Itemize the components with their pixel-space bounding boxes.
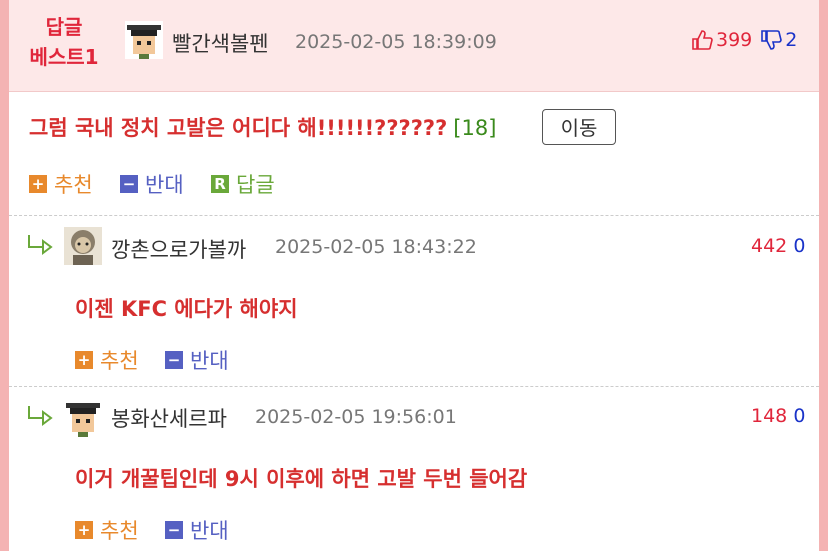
comment-panel: 답글 베스트1 빨간색볼펜 2025-02-05 18:39:09 399 2 …	[9, 0, 819, 551]
oppose-button[interactable]: − 반대	[165, 345, 229, 375]
reply-arrow-icon	[28, 235, 53, 255]
move-button[interactable]: 이동	[542, 109, 616, 145]
recommend-button[interactable]: + 추천	[75, 515, 139, 545]
recommend-label: 추천	[54, 173, 93, 197]
reply-label: 답글	[236, 173, 275, 197]
oppose-label: 반대	[145, 173, 184, 197]
oppose-button[interactable]: − 반대	[120, 169, 184, 199]
avatar[interactable]	[64, 399, 102, 437]
comment-author[interactable]: 빨간색볼펜	[172, 28, 269, 58]
oppose-label: 반대	[190, 349, 229, 373]
comment-date: 2025-02-05 18:39:09	[295, 31, 497, 53]
down-count: 0	[793, 235, 806, 257]
best-reply-badge: 답글 베스트1	[23, 12, 105, 72]
thumbs-down-icon[interactable]	[760, 29, 783, 51]
reply-arrow-icon	[28, 406, 53, 426]
comment-text: 이젠 KFC 에다가 해야지	[75, 297, 298, 321]
reply-r-icon: R	[211, 175, 229, 193]
minus-icon: −	[120, 175, 138, 193]
best-comment-header: 답글 베스트1 빨간색볼펜 2025-02-05 18:39:09 399 2	[9, 0, 819, 92]
down-count: 2	[785, 29, 798, 51]
vote-counts: 399 2	[691, 29, 797, 51]
down-count: 0	[793, 405, 806, 427]
comment-text: 그럼 국내 정치 고발은 어디다 해!!!!!!??????	[29, 116, 448, 140]
minus-icon: −	[165, 351, 183, 369]
recommend-label: 추천	[100, 349, 139, 373]
comment-text: 이거 개꿀팁인데 9시 이후에 하면 고발 두번 들어감	[75, 467, 528, 491]
up-count: 399	[716, 29, 753, 51]
up-count: 148	[751, 405, 788, 427]
comment-author[interactable]: 봉화산세르파	[111, 403, 227, 433]
oppose-button[interactable]: − 반대	[165, 515, 229, 545]
recommend-button[interactable]: + 추천	[75, 345, 139, 375]
vote-counts: 442 0	[751, 235, 805, 257]
divider	[9, 215, 819, 216]
comment-author[interactable]: 깡촌으로가볼까	[111, 234, 246, 264]
best-label-line1: 답글	[45, 15, 83, 39]
reply-button[interactable]: R 답글	[211, 169, 275, 199]
comment-date: 2025-02-05 19:56:01	[255, 406, 457, 428]
plus-icon: +	[75, 521, 93, 539]
best-label-line2: 베스트1	[29, 45, 99, 69]
minus-icon: −	[165, 521, 183, 539]
avatar[interactable]	[64, 227, 102, 265]
plus-icon: +	[75, 351, 93, 369]
plus-icon: +	[29, 175, 47, 193]
thumbs-up-icon[interactable]	[691, 29, 713, 51]
best-comment-text: 그럼 국내 정치 고발은 어디다 해!!!!!!?????? [18]	[29, 112, 496, 142]
comment-date: 2025-02-05 18:43:22	[275, 236, 477, 258]
recommend-button[interactable]: + 추천	[29, 169, 93, 199]
divider	[9, 386, 819, 387]
reply-count[interactable]: [18]	[453, 116, 496, 140]
recommend-label: 추천	[100, 519, 139, 543]
vote-counts: 148 0	[751, 405, 805, 427]
oppose-label: 반대	[190, 519, 229, 543]
avatar[interactable]	[125, 21, 163, 59]
up-count: 442	[751, 235, 788, 257]
